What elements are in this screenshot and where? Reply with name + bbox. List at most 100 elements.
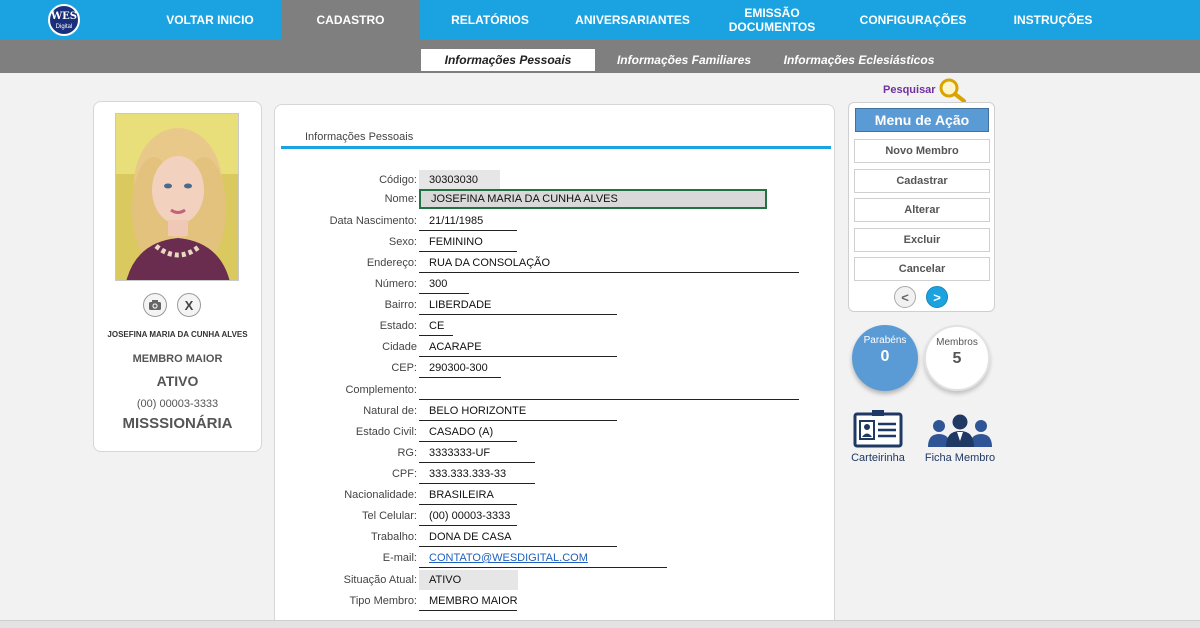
field-label: Data Nascimento: bbox=[329, 215, 417, 227]
cidade-input[interactable]: ACARAPE bbox=[419, 337, 617, 357]
nome-input[interactable]: JOSEFINA MARIA DA CUNHA ALVES bbox=[419, 189, 767, 209]
natural-de-input[interactable]: BELO HORIZONTE bbox=[419, 401, 617, 421]
cadastrar-button[interactable]: Cadastrar bbox=[854, 169, 990, 193]
field-bairro: Bairro: LIBERDADE bbox=[275, 295, 836, 315]
tab-informacoes-familiares[interactable]: Informações Familiares bbox=[608, 49, 760, 71]
field-cep: CEP: 290300-300 bbox=[275, 358, 836, 378]
previous-record-button[interactable]: < bbox=[894, 286, 916, 308]
field-sexo: Sexo: FEMININO bbox=[275, 232, 836, 252]
membros-counter[interactable]: Membros 5 bbox=[924, 325, 990, 391]
field-email: E-mail: CONTATO@WESDIGITAL.COM bbox=[275, 548, 836, 568]
portrait-image bbox=[116, 114, 238, 280]
logo-text: WES bbox=[50, 11, 78, 22]
field-cidade: Cidade ACARAPE bbox=[275, 337, 836, 357]
bairro-input[interactable]: LIBERDADE bbox=[419, 295, 617, 315]
carteirinha-button[interactable]: Carteirinha bbox=[846, 409, 910, 464]
field-label: CPF: bbox=[391, 468, 417, 480]
close-icon: X bbox=[184, 297, 194, 313]
field-tel-celular: Tel Celular: (00) 00003-3333 bbox=[275, 506, 836, 526]
personal-info-form: Informações Pessoais Código: 30303030 No… bbox=[274, 104, 835, 628]
field-rg: RG: 3333333-UF bbox=[275, 443, 836, 463]
numero-input[interactable]: 300 bbox=[419, 274, 469, 294]
nav-cadastro[interactable]: CADASTRO bbox=[281, 0, 420, 40]
field-label: Código: bbox=[379, 174, 417, 186]
search-label: Pesquisar bbox=[883, 84, 936, 96]
field-label: Situação Atual: bbox=[343, 574, 417, 586]
nav-instrucoes[interactable]: INSTRUÇÕES bbox=[1000, 0, 1106, 40]
app-logo[interactable]: WES Digital bbox=[48, 4, 80, 36]
field-natural-de: Natural de: BELO HORIZONTE bbox=[275, 401, 836, 421]
field-label: Tipo Membro: bbox=[349, 595, 417, 607]
sexo-input[interactable]: FEMININO bbox=[419, 232, 517, 252]
parabens-counter[interactable]: Parabéns 0 bbox=[852, 325, 918, 391]
form-title: Informações Pessoais bbox=[305, 131, 414, 143]
nav-configuracoes[interactable]: CONFIGURAÇÕES bbox=[850, 0, 976, 40]
cep-input[interactable]: 290300-300 bbox=[419, 358, 501, 378]
form-divider bbox=[281, 146, 831, 149]
field-label: Bairro: bbox=[384, 299, 417, 311]
parabens-value: 0 bbox=[880, 348, 890, 365]
field-nome: Nome: JOSEFINA MARIA DA CUNHA ALVES bbox=[275, 189, 836, 209]
id-card-icon bbox=[853, 410, 903, 448]
ficha-membro-label: Ficha Membro bbox=[924, 452, 996, 464]
codigo-input[interactable]: 30303030 bbox=[419, 170, 500, 190]
alterar-button[interactable]: Alterar bbox=[854, 198, 990, 222]
endereco-input[interactable]: RUA DA CONSOLAÇÃO bbox=[419, 253, 799, 273]
field-label: Complemento: bbox=[345, 384, 417, 396]
trabalho-input[interactable]: DONA DE CASA bbox=[419, 527, 617, 547]
field-codigo: Código: 30303030 bbox=[275, 170, 836, 190]
email-field[interactable]: CONTATO@WESDIGITAL.COM bbox=[419, 548, 667, 568]
cancelar-button[interactable]: Cancelar bbox=[854, 257, 990, 281]
nav-emissao-documentos[interactable]: EMISSÃO DOCUMENTOS bbox=[722, 0, 822, 40]
field-label: Endereço: bbox=[366, 257, 417, 269]
tab-informacoes-pessoais[interactable]: Informações Pessoais bbox=[421, 49, 595, 71]
cpf-input[interactable]: 333.333.333-33 bbox=[419, 464, 535, 484]
nav-voltar-inicio[interactable]: VOLTAR INICIO bbox=[150, 0, 270, 40]
field-label: Natural de: bbox=[363, 405, 417, 417]
field-nacionalidade: Nacionalidade: BRASILEIRA bbox=[275, 485, 836, 505]
search-button[interactable]: Pesquisar bbox=[883, 77, 970, 103]
data-nascimento-input[interactable]: 21/11/1985 bbox=[419, 211, 517, 231]
excluir-button[interactable]: Excluir bbox=[854, 228, 990, 252]
nav-aniversariantes[interactable]: ANIVERSARIANTES bbox=[565, 0, 700, 40]
top-nav: WES Digital VOLTAR INICIO CADASTRO RELATÓ… bbox=[0, 0, 1200, 40]
tipo-membro-input[interactable]: MEMBRO MAIOR bbox=[419, 591, 518, 611]
tel-celular-input[interactable]: (00) 00003-3333 bbox=[419, 506, 517, 526]
profile-name: JOSEFINA MARIA DA CUNHA ALVES bbox=[107, 330, 248, 339]
field-label: Nacionalidade: bbox=[344, 489, 417, 501]
situacao-atual-input[interactable]: ATIVO bbox=[419, 570, 518, 590]
field-label: Estado: bbox=[379, 320, 417, 332]
field-label: Estado Civil: bbox=[355, 426, 417, 438]
field-label: Cidade bbox=[382, 341, 417, 353]
field-trabalho: Trabalho: DONA DE CASA bbox=[275, 527, 836, 547]
rg-input[interactable]: 3333333-UF bbox=[419, 443, 535, 463]
status-bar bbox=[0, 620, 1200, 628]
action-menu-title: Menu de Ação bbox=[855, 108, 989, 132]
field-label: Trabalho: bbox=[370, 531, 417, 543]
camera-icon[interactable] bbox=[143, 293, 167, 317]
search-icon bbox=[939, 78, 966, 103]
profile-role: MISSSIONÁRIA bbox=[122, 415, 233, 432]
field-label: Sexo: bbox=[388, 236, 417, 248]
carteirinha-label: Carteirinha bbox=[851, 452, 905, 464]
sub-nav: Informações Pessoais Informações Familia… bbox=[0, 40, 1200, 73]
ficha-membro-button[interactable]: Ficha Membro bbox=[920, 411, 1000, 464]
nav-relatorios[interactable]: RELATÓRIOS bbox=[440, 0, 540, 40]
nacionalidade-input[interactable]: BRASILEIRA bbox=[419, 485, 517, 505]
field-tipo-membro: Tipo Membro: MEMBRO MAIOR bbox=[275, 591, 836, 611]
estado-civil-input[interactable]: CASADO (A) bbox=[419, 422, 517, 442]
complemento-input[interactable] bbox=[419, 380, 799, 400]
action-menu: Menu de Ação Novo Membro Cadastrar Alter… bbox=[848, 102, 995, 312]
profile-status: ATIVO bbox=[156, 373, 199, 389]
field-estado: Estado: CE bbox=[275, 316, 836, 336]
field-complemento: Complemento: bbox=[275, 380, 836, 400]
membros-value: 5 bbox=[952, 350, 962, 367]
next-record-button[interactable]: > bbox=[926, 286, 948, 308]
tab-informacoes-eclesiasticos[interactable]: Informações Eclesiásticos bbox=[778, 49, 940, 71]
field-numero: Número: 300 bbox=[275, 274, 836, 294]
estado-input[interactable]: CE bbox=[419, 316, 453, 336]
novo-membro-button[interactable]: Novo Membro bbox=[854, 139, 990, 163]
field-label: RG: bbox=[397, 447, 417, 459]
clear-photo-button[interactable]: X bbox=[177, 293, 201, 317]
field-endereco: Endereço: RUA DA CONSOLAÇÃO bbox=[275, 253, 836, 273]
